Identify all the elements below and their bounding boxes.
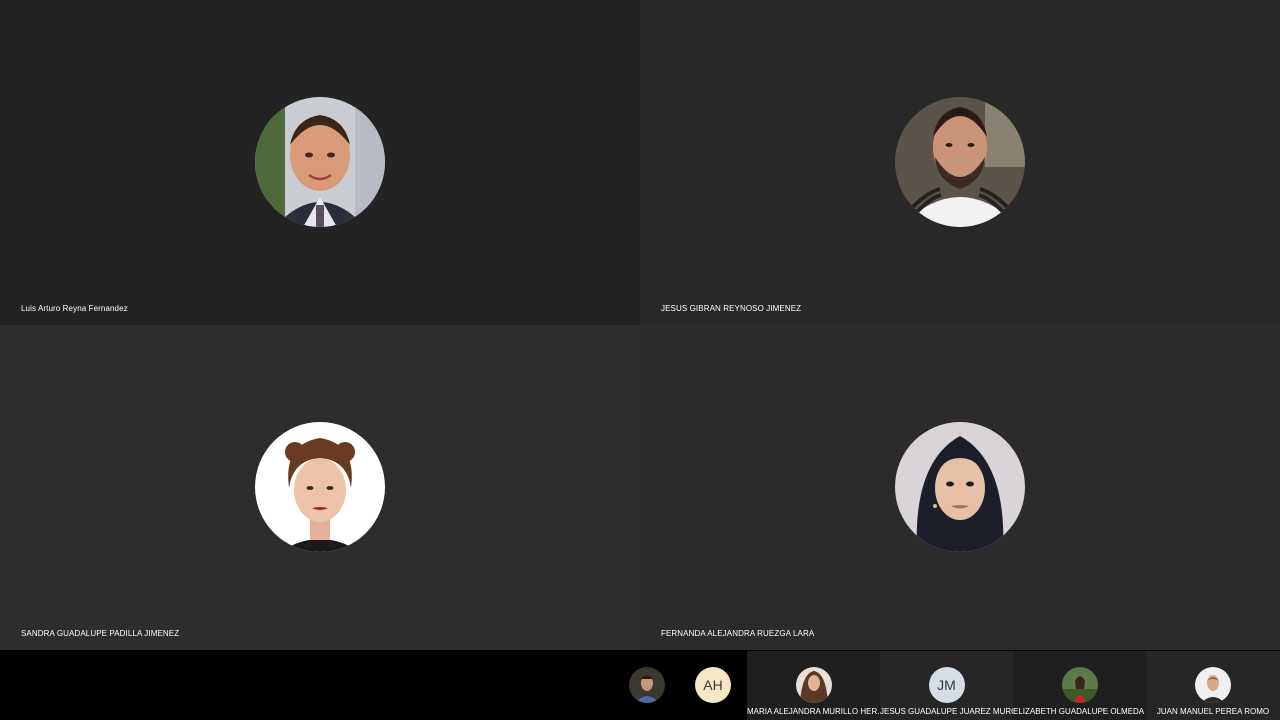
participant-initials-avatar: AH xyxy=(695,667,731,703)
participant-avatar xyxy=(1061,667,1098,703)
participant-strip: AH MARIA ALEJANDRA MURILLO HER... JM JES… xyxy=(0,651,1280,720)
participant-name: ELIZABETH GUADALUPE OLMEDA L... xyxy=(1013,707,1146,716)
participant-avatar xyxy=(1195,667,1231,703)
participant-name: JUAN MANUEL PEREA ROMO xyxy=(1156,707,1270,716)
strip-participant[interactable]: JM JESUS GUADALUPE JUAREZ MURG... xyxy=(880,651,1013,720)
participant-avatar xyxy=(895,422,1025,552)
strip-participant[interactable] xyxy=(608,651,686,720)
participant-name: FERNANDA ALEJANDRA RUEZGA LARA xyxy=(661,629,815,638)
participant-name: Luis Arturo Reyna Fernandez xyxy=(21,304,128,313)
participant-avatar xyxy=(255,97,385,227)
video-grid: Luis Arturo Reyna Fernandez JESUS GIBRAN… xyxy=(0,0,1280,651)
participant-name: JESUS GIBRAN REYNOSO JIMENEZ xyxy=(661,304,802,313)
strip-participant[interactable]: ELIZABETH GUADALUPE OLMEDA L... xyxy=(1013,651,1146,720)
participant-avatar xyxy=(629,667,665,703)
participant-avatar xyxy=(795,667,832,703)
participant-tile[interactable]: Luis Arturo Reyna Fernandez xyxy=(0,0,640,325)
participant-initials-avatar: JM xyxy=(928,667,965,703)
participant-name: MARIA ALEJANDRA MURILLO HER... xyxy=(747,707,880,716)
participant-name: SANDRA GUADALUPE PADILLA JIMENEZ xyxy=(21,629,180,638)
participant-avatar xyxy=(255,422,385,552)
participant-tile[interactable]: FERNANDA ALEJANDRA RUEZGA LARA xyxy=(640,325,1280,650)
participant-name: JESUS GUADALUPE JUAREZ MURG... xyxy=(880,707,1013,716)
participant-tile[interactable]: JESUS GIBRAN REYNOSO JIMENEZ xyxy=(640,0,1280,325)
participant-tile[interactable]: SANDRA GUADALUPE PADILLA JIMENEZ xyxy=(0,325,640,650)
strip-participant[interactable]: AH xyxy=(676,651,750,720)
participant-avatar xyxy=(895,97,1025,227)
strip-participant[interactable]: MARIA ALEJANDRA MURILLO HER... xyxy=(747,651,880,720)
strip-participant[interactable]: JUAN MANUEL PEREA ROMO xyxy=(1146,651,1280,720)
